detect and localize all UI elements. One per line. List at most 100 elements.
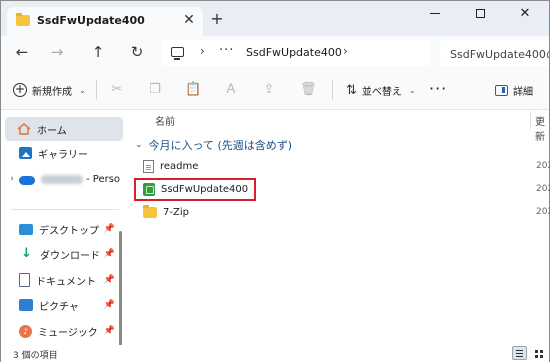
file-name: 7-Zip bbox=[163, 206, 189, 218]
forward-button[interactable]: → bbox=[46, 42, 68, 62]
details-pane-button[interactable]: 詳細 bbox=[495, 81, 533, 99]
expand-chevron-icon[interactable]: › bbox=[5, 174, 19, 184]
cut-icon[interactable]: ✂ bbox=[109, 82, 125, 98]
file-name: readme bbox=[160, 160, 199, 172]
download-icon: ↓ bbox=[21, 246, 32, 261]
search-input[interactable]: SsdFwUpdate400の検索 bbox=[440, 40, 549, 66]
group-header[interactable]: ⌄ 今月に入って (先週は含めず) bbox=[135, 137, 292, 153]
chevron-down-icon: ⌄ bbox=[135, 140, 143, 150]
file-list: 名前 更新 ⌄ 今月に入って (先週は含めず) readme 202 SsdFw… bbox=[131, 111, 550, 345]
details-pane-icon bbox=[495, 84, 508, 96]
new-tab-button[interactable]: + bbox=[209, 11, 225, 27]
sort-button[interactable]: ⇅ 並べ替え ⌄ bbox=[346, 81, 416, 99]
gallery-icon bbox=[19, 147, 32, 159]
sidebar-item-label: ドキュメント bbox=[36, 276, 96, 288]
up-button[interactable]: ↑ bbox=[87, 42, 109, 62]
search-placeholder: SsdFwUpdate400の検索 bbox=[450, 48, 549, 61]
rename-icon[interactable]: Ａ bbox=[223, 82, 239, 98]
computer-icon bbox=[171, 47, 184, 60]
command-bar: + 新規作成 ⌄ ✂ ❐ 📋 Ａ ⇪ 🗑 ⇅ 並べ替え ⌄ ··· 詳細 bbox=[1, 70, 549, 110]
sidebar-item-documents[interactable]: ドキュメント 📌 bbox=[5, 268, 123, 292]
toolbar-divider bbox=[332, 80, 333, 100]
plus-icon: + bbox=[13, 82, 27, 97]
sidebar-item-label: - Perso bbox=[86, 173, 121, 185]
onedrive-cloud-icon bbox=[19, 175, 35, 185]
sidebar-item-home[interactable]: ホーム bbox=[5, 117, 123, 141]
sidebar-item-label: ダウンロード bbox=[40, 250, 100, 262]
sidebar-item-music[interactable]: ♪ ミュージック 📌 bbox=[5, 319, 123, 343]
pin-icon[interactable]: 📌 bbox=[104, 300, 115, 310]
sort-button-label: 並べ替え bbox=[361, 86, 402, 98]
list-item-7zip[interactable]: 7-Zip 202 bbox=[143, 201, 550, 223]
sidebar-scrollbar[interactable] bbox=[119, 231, 122, 351]
paste-icon[interactable]: 📋 bbox=[185, 82, 201, 98]
pin-icon[interactable]: 📌 bbox=[104, 224, 115, 234]
document-icon bbox=[19, 273, 30, 287]
maximize-button[interactable] bbox=[458, 1, 502, 29]
file-date: 202 bbox=[536, 207, 550, 217]
sidebar-item-label: ミュージック bbox=[38, 327, 98, 339]
redacted-account-name bbox=[41, 174, 83, 184]
address-bar[interactable]: › ··· SsdFwUpdate400 › bbox=[161, 40, 431, 66]
sort-icon: ⇅ bbox=[346, 82, 357, 98]
chevron-down-icon: ⌄ bbox=[79, 85, 86, 95]
new-button[interactable]: + 新規作成 ⌄ bbox=[13, 81, 86, 99]
sidebar-divider bbox=[11, 209, 119, 210]
group-label: 今月に入って (先週は含めず) bbox=[148, 139, 293, 152]
copy-icon[interactable]: ❐ bbox=[147, 82, 163, 98]
breadcrumb-overflow-button[interactable]: ··· bbox=[219, 43, 234, 58]
details-view-button[interactable] bbox=[512, 346, 527, 360]
sidebar-item-pictures[interactable]: ピクチャ 📌 bbox=[5, 293, 123, 317]
navigation-pane: ホーム ギャラリー › - Perso デスクトップ 📌 ↓ ダウンロード 📌 bbox=[1, 111, 129, 351]
delete-icon[interactable]: 🗑 bbox=[300, 82, 317, 98]
title-bar: SsdFwUpdate400 ✕ + ✕ bbox=[1, 1, 549, 36]
pin-icon[interactable]: 📌 bbox=[104, 249, 115, 259]
back-button[interactable]: ← bbox=[11, 42, 33, 62]
tab-ssdfwupdate400[interactable]: SsdFwUpdate400 ✕ bbox=[7, 7, 203, 36]
sidebar-item-label: ホーム bbox=[37, 125, 67, 137]
minimize-icon bbox=[430, 13, 440, 14]
large-icons-view-button[interactable] bbox=[531, 346, 546, 360]
text-file-icon bbox=[143, 159, 154, 173]
list-item-readme[interactable]: readme 202 bbox=[143, 155, 550, 177]
folder-icon bbox=[143, 204, 157, 218]
highlight-annotation-box bbox=[134, 178, 256, 201]
sidebar-item-downloads[interactable]: ↓ ダウンロード 📌 bbox=[5, 242, 123, 266]
pin-icon[interactable]: 📌 bbox=[104, 275, 115, 285]
details-pane-label: 詳細 bbox=[513, 86, 533, 98]
sidebar-item-gallery[interactable]: ギャラリー bbox=[5, 141, 123, 165]
breadcrumb-separator-icon[interactable]: › bbox=[343, 44, 348, 58]
share-icon[interactable]: ⇪ bbox=[261, 82, 277, 98]
folder-icon bbox=[16, 13, 30, 26]
maximize-icon bbox=[475, 9, 485, 18]
column-header-date[interactable]: 更新 bbox=[535, 113, 549, 143]
file-date: 202 bbox=[536, 161, 550, 171]
status-bar: 3 個の項目 bbox=[1, 345, 549, 362]
breadcrumb-current-folder[interactable]: SsdFwUpdate400 bbox=[246, 46, 342, 59]
desktop-icon bbox=[19, 223, 33, 235]
minimize-button[interactable] bbox=[413, 1, 457, 29]
sidebar-item-onedrive[interactable]: › - Perso bbox=[5, 167, 123, 191]
file-explorer-window: SsdFwUpdate400 ✕ + ✕ ← → ↑ ↻ › ··· SsdFw… bbox=[0, 0, 550, 362]
file-date: 202 bbox=[536, 184, 550, 194]
column-divider[interactable] bbox=[530, 111, 531, 129]
tab-title: SsdFwUpdate400 bbox=[37, 14, 145, 27]
sidebar-item-label: ピクチャ bbox=[39, 301, 79, 313]
refresh-button[interactable]: ↻ bbox=[126, 42, 148, 62]
toolbar-divider bbox=[96, 80, 97, 100]
pictures-icon bbox=[19, 299, 33, 311]
more-options-button[interactable]: ··· bbox=[429, 79, 447, 98]
sidebar-item-desktop[interactable]: デスクトップ 📌 bbox=[5, 217, 123, 241]
new-button-label: 新規作成 bbox=[32, 86, 72, 98]
item-count: 3 個の項目 bbox=[13, 351, 58, 361]
navigation-bar: ← → ↑ ↻ › ··· SsdFwUpdate400 › SsdFwUpda… bbox=[1, 36, 549, 70]
pin-icon[interactable]: 📌 bbox=[104, 326, 115, 336]
chevron-down-icon: ⌄ bbox=[408, 85, 416, 95]
breadcrumb-separator-icon[interactable]: › bbox=[200, 44, 205, 58]
music-icon: ♪ bbox=[19, 324, 32, 338]
close-window-button[interactable]: ✕ bbox=[503, 1, 547, 29]
tab-close-icon[interactable]: ✕ bbox=[181, 12, 197, 28]
home-icon bbox=[17, 123, 31, 135]
sidebar-item-label: ギャラリー bbox=[38, 149, 88, 161]
column-header-name[interactable]: 名前 bbox=[155, 113, 175, 128]
